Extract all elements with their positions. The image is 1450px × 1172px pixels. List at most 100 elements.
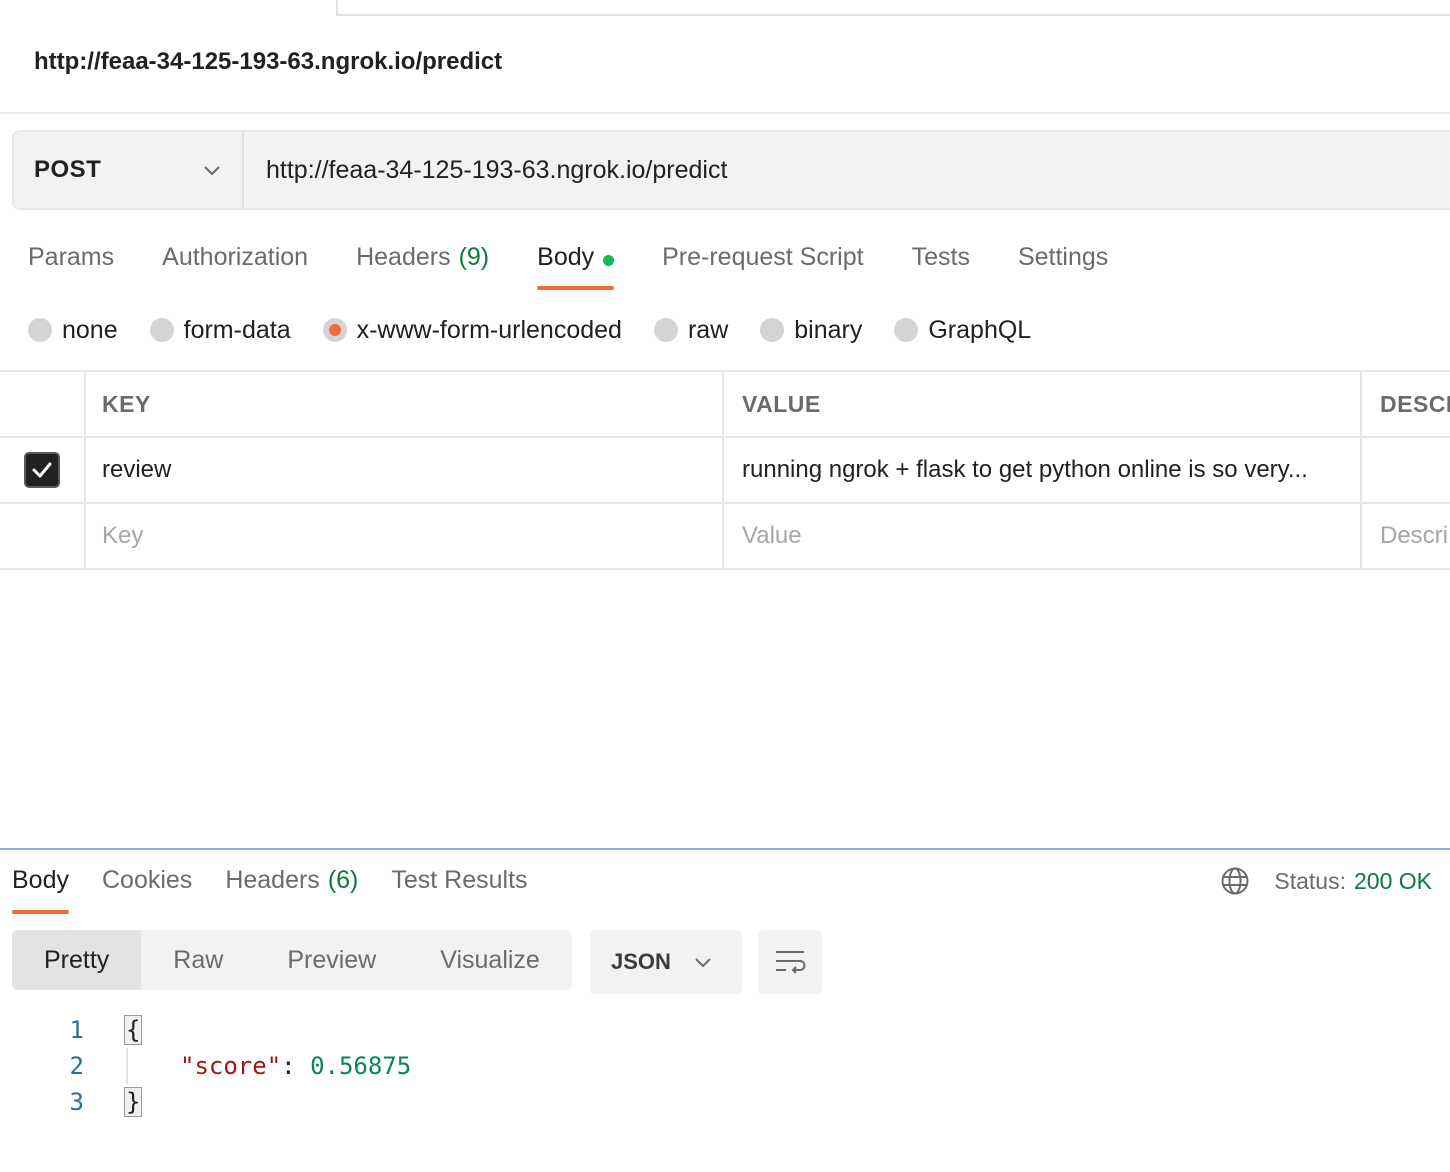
headers-count: (6): [327, 866, 359, 894]
tab-pre-request-script[interactable]: Pre-request Script: [662, 240, 863, 290]
code-line: 2 "score": 0.56875: [0, 1048, 1450, 1084]
status-value: 200 OK: [1354, 867, 1432, 894]
body-modified-dot: [603, 255, 615, 266]
divider: [0, 112, 1450, 114]
tab-label: Headers: [356, 243, 451, 271]
tab-label: Headers: [225, 866, 320, 894]
mode-label: none: [62, 315, 118, 344]
mode-label: form-data: [183, 315, 291, 344]
mode-label: GraphQL: [928, 315, 1032, 344]
radio-button[interactable]: [653, 318, 678, 342]
json-colon: :: [281, 1052, 296, 1080]
key-placeholder-input[interactable]: Key: [86, 504, 724, 568]
radio-button-selected[interactable]: [322, 318, 347, 342]
row-check-cell: [0, 438, 86, 502]
row-checkbox[interactable]: [24, 452, 60, 488]
method-select[interactable]: POST: [14, 132, 244, 208]
format-label: JSON: [611, 949, 671, 974]
mode-binary[interactable]: binary: [760, 316, 862, 345]
mode-urlencoded[interactable]: x-www-form-urlencoded: [322, 316, 622, 345]
request-tabs: Params Authorization Headers (9) Body Pre…: [28, 240, 1156, 290]
table-header-row: KEY VALUE DESCR: [0, 372, 1450, 438]
row-key-input[interactable]: review: [86, 438, 724, 502]
header-value: VALUE: [724, 372, 1362, 436]
tab-label: Body: [537, 243, 595, 271]
table-row: review running ngrok + flask to get pyth…: [0, 438, 1450, 504]
tab-label: Params: [28, 243, 115, 271]
tab-authorization[interactable]: Authorization: [162, 240, 308, 290]
globe-icon[interactable]: [1220, 866, 1250, 896]
mode-form-data[interactable]: form-data: [149, 315, 291, 345]
row-description-input[interactable]: [1362, 438, 1450, 502]
code-line: 1 {: [0, 1012, 1450, 1048]
line-number: 3: [69, 1088, 84, 1116]
response-tab-headers[interactable]: Headers (6): [225, 866, 358, 914]
response-pane-divider[interactable]: [0, 848, 1450, 850]
url-bar: POST http://feaa-34-125-193-63.ngrok.io/…: [12, 130, 1450, 210]
response-code-editor[interactable]: 1 { 2 "score": 0.56875 3 }: [0, 1012, 1450, 1120]
tab-label: Body: [12, 866, 69, 894]
params-table: KEY VALUE DESCR review running ngrok + f…: [0, 370, 1450, 570]
code-line: 3 }: [0, 1084, 1450, 1120]
radio-button[interactable]: [894, 318, 919, 342]
chevron-down-icon: [695, 958, 711, 968]
mode-graphql[interactable]: GraphQL: [894, 316, 1031, 345]
view-visualize[interactable]: Visualize: [408, 930, 572, 990]
table-row-empty: Key Value Descri: [0, 504, 1450, 570]
json-number: 0.56875: [310, 1052, 412, 1080]
open-brace: {: [124, 1015, 143, 1045]
tab-label: Settings: [1017, 243, 1109, 271]
tab-label: Test Results: [391, 866, 528, 894]
response-tab-cookies[interactable]: Cookies: [102, 866, 192, 914]
header-key: KEY: [86, 372, 724, 436]
tab-label: Cookies: [101, 866, 193, 894]
view-preview[interactable]: Preview: [255, 930, 408, 990]
row-check-cell: [0, 504, 86, 568]
headers-count: (9): [458, 243, 490, 271]
tab-label: Authorization: [162, 243, 309, 271]
method-label: POST: [34, 156, 102, 183]
code-content: {: [124, 1015, 143, 1045]
close-brace: }: [124, 1087, 143, 1117]
request-title[interactable]: http://feaa-34-125-193-63.ngrok.io/predi…: [34, 48, 502, 76]
response-tab-body[interactable]: Body: [12, 866, 69, 914]
mode-label: binary: [794, 315, 863, 344]
status-label: Status:: [1274, 867, 1346, 894]
mode-label: raw: [687, 315, 729, 344]
tab-settings[interactable]: Settings: [1018, 240, 1108, 290]
tab-tests[interactable]: Tests: [912, 240, 970, 290]
chevron-down-icon: [204, 166, 220, 176]
response-view-modes: Pretty Raw Preview Visualize: [12, 930, 572, 990]
code-content: }: [124, 1087, 143, 1117]
tab-headers[interactable]: Headers (9): [356, 240, 489, 290]
view-raw[interactable]: Raw: [141, 930, 255, 990]
row-value-input[interactable]: running ngrok + flask to get python onli…: [724, 438, 1362, 502]
description-placeholder-input[interactable]: Descri: [1362, 504, 1450, 568]
tab-params[interactable]: Params: [28, 240, 114, 290]
url-input[interactable]: http://feaa-34-125-193-63.ngrok.io/predi…: [244, 132, 1450, 208]
top-tab-strip: [0, 0, 1450, 16]
line-number: 2: [69, 1052, 84, 1080]
header-cell-check: [0, 372, 86, 436]
format-select[interactable]: JSON: [590, 930, 742, 994]
view-pretty[interactable]: Pretty: [12, 930, 142, 990]
response-tabs: Body Cookies Headers (6) Test Results: [12, 866, 561, 914]
value-placeholder-input[interactable]: Value: [724, 504, 1362, 568]
response-status: Status: 200 OK: [1220, 866, 1432, 896]
json-key: "score": [180, 1052, 282, 1080]
wrap-lines-icon: [776, 951, 806, 974]
wrap-lines-button[interactable]: [758, 930, 822, 994]
code-content: "score": 0.56875: [180, 1052, 411, 1080]
radio-button[interactable]: [760, 318, 785, 342]
line-number: 1: [69, 1016, 84, 1044]
mode-raw[interactable]: raw: [653, 315, 729, 345]
radio-button[interactable]: [149, 318, 174, 342]
body-mode-radios: none form-data x-www-form-urlencoded raw…: [28, 310, 1063, 350]
mode-none[interactable]: none: [28, 316, 118, 345]
radio-button[interactable]: [28, 318, 52, 342]
tab-label: Pre-request Script: [662, 243, 864, 271]
tab-body[interactable]: Body: [537, 240, 615, 290]
response-tab-test-results[interactable]: Test Results: [391, 866, 527, 914]
tab-label: Tests: [911, 243, 970, 271]
checkmark-icon: [32, 462, 52, 478]
